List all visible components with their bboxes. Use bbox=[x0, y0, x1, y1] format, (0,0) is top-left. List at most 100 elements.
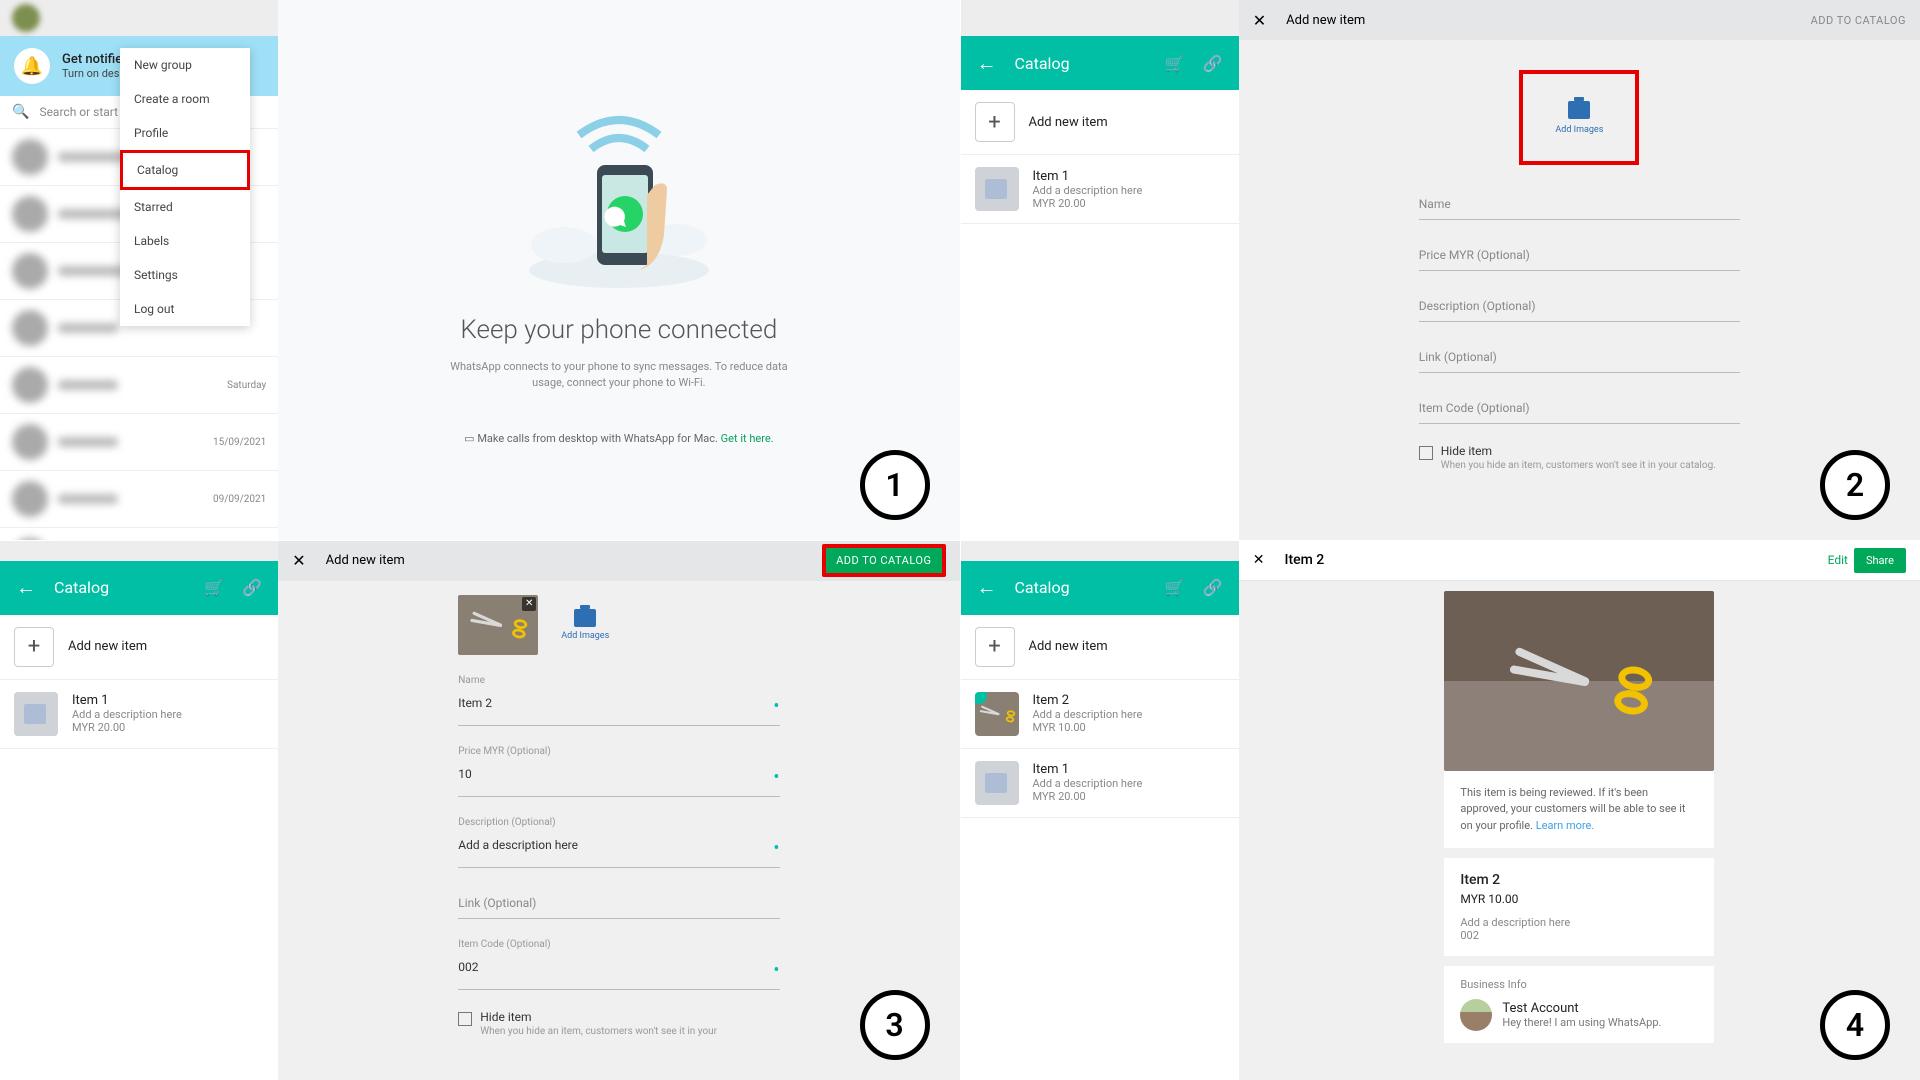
add-images-box[interactable]: Add Images bbox=[1519, 70, 1639, 165]
desc-label: Description (Optional) bbox=[458, 817, 779, 828]
hero-sub-1: WhatsApp connects to your phone to sync … bbox=[450, 360, 787, 373]
step-number-3: 3 bbox=[860, 990, 930, 1060]
menu-new-group[interactable]: New group bbox=[120, 48, 250, 82]
modal-title: Add new item bbox=[1286, 13, 1790, 28]
edit-button[interactable]: Edit bbox=[1828, 553, 1848, 567]
chat-date: 15/09/2021 bbox=[213, 437, 266, 448]
cart-icon[interactable]: 🛒 bbox=[1165, 54, 1185, 73]
get-it-here-link[interactable]: Get it here. bbox=[721, 432, 774, 445]
close-icon[interactable]: ✕ bbox=[1253, 11, 1266, 30]
cart-icon[interactable]: 🛒 bbox=[204, 578, 224, 597]
panel-3: ← Catalog 🛒 🔗 + Add new item Item 1 Add … bbox=[0, 541, 960, 1080]
menu-settings[interactable]: Settings bbox=[120, 258, 250, 292]
name-field[interactable]: Name bbox=[1419, 189, 1740, 220]
item-1-name: Item 1 bbox=[72, 693, 182, 708]
back-icon[interactable]: ← bbox=[977, 51, 997, 76]
pending-badge-icon bbox=[975, 692, 987, 704]
add-to-catalog-button[interactable]: ADD TO CATALOG bbox=[1811, 14, 1906, 27]
item-2-price: MYR 10.00 bbox=[1033, 721, 1143, 734]
name-field[interactable]: Item 2• bbox=[458, 688, 779, 726]
cart-icon[interactable]: 🛒 bbox=[1165, 578, 1185, 597]
modal-bar: ✕ Add new item ADD TO CATALOG bbox=[1239, 0, 1920, 40]
menu-starred[interactable]: Starred bbox=[120, 190, 250, 224]
remove-image-icon[interactable]: ✕ bbox=[522, 597, 536, 611]
uploaded-image-thumb[interactable]: ✕ bbox=[458, 595, 538, 655]
learn-more-link[interactable]: Learn more. bbox=[1536, 819, 1595, 832]
add-to-catalog-button[interactable]: ADD TO CATALOG bbox=[822, 544, 945, 577]
business-info-header: Business Info bbox=[1460, 978, 1698, 991]
item-2-desc: Add a description here bbox=[1033, 708, 1143, 721]
catalog-title: Catalog bbox=[54, 578, 109, 597]
item-1-name: Item 1 bbox=[1033, 169, 1143, 184]
welcome-pane: Keep your phone connected WhatsApp conne… bbox=[278, 0, 959, 540]
hide-item-label: Hide item bbox=[1441, 444, 1716, 458]
business-tagline: Hey there! I am using WhatsApp. bbox=[1502, 1016, 1661, 1029]
hide-item-sub: When you hide an item, customers won't s… bbox=[1441, 460, 1716, 471]
add-new-item-row[interactable]: + Add new item bbox=[0, 615, 278, 680]
checkbox-icon[interactable] bbox=[1419, 446, 1433, 460]
bell-icon: 🔔 bbox=[14, 48, 50, 84]
add-item-panel: ✕ Add new item ADD TO CATALOG ✕ Add bbox=[278, 541, 959, 1080]
laptop-icon: ▭ bbox=[464, 432, 474, 445]
catalog-item-1[interactable]: Item 1 Add a description here MYR 20.00 bbox=[961, 749, 1239, 818]
panel-1: 🔔 Get notified of new messages Turn on d… bbox=[0, 0, 960, 540]
price-field[interactable]: 10• bbox=[458, 759, 779, 797]
catalog-header: ← Catalog 🛒 🔗 bbox=[0, 561, 278, 615]
item-1-desc: Add a description here bbox=[1033, 777, 1143, 790]
item-1-price: MYR 20.00 bbox=[72, 721, 182, 734]
close-icon[interactable]: ✕ bbox=[1253, 552, 1265, 568]
catalog-item-1[interactable]: Item 1 Add a description here MYR 20.00 bbox=[0, 680, 278, 749]
menu-labels[interactable]: Labels bbox=[120, 224, 250, 258]
hide-item-row[interactable]: Hide item When you hide an item, custome… bbox=[458, 1010, 779, 1037]
add-images-label: Add Images bbox=[561, 631, 609, 641]
plus-icon: + bbox=[14, 627, 54, 667]
item-code-field[interactable]: 002• bbox=[458, 952, 779, 990]
close-icon[interactable]: ✕ bbox=[292, 551, 305, 570]
description-field[interactable]: Add a description here• bbox=[458, 830, 779, 868]
catalog-title: Catalog bbox=[1015, 54, 1070, 73]
chat-sidebar: 🔔 Get notified of new messages Turn on d… bbox=[0, 0, 278, 540]
avatar[interactable] bbox=[12, 4, 40, 32]
review-notice-card: This item is being reviewed. If it's bee… bbox=[1444, 771, 1714, 849]
footer-text: Make calls from desktop with WhatsApp fo… bbox=[477, 432, 718, 445]
share-button[interactable]: Share bbox=[1854, 548, 1906, 573]
link-field[interactable]: Link (Optional) bbox=[458, 888, 779, 919]
business-avatar bbox=[1460, 999, 1492, 1031]
modal-bar: ✕ Add new item ADD TO CATALOG bbox=[278, 541, 959, 581]
add-images-box[interactable]: Add Images bbox=[550, 595, 620, 655]
catalog-header: ← Catalog 🛒 🔗 bbox=[961, 36, 1239, 90]
back-icon[interactable]: ← bbox=[977, 575, 997, 600]
panel-2: ← Catalog 🛒 🔗 + Add new item Item 1 Add … bbox=[961, 0, 1920, 540]
detail-item-name: Item 2 bbox=[1460, 872, 1698, 888]
link-field[interactable]: Link (Optional) bbox=[1419, 342, 1740, 373]
step-number-4: 4 bbox=[1820, 990, 1890, 1060]
menu-logout[interactable]: Log out bbox=[120, 292, 250, 326]
item-2-name: Item 2 bbox=[1033, 693, 1143, 708]
item-1-desc: Add a description here bbox=[72, 708, 182, 721]
add-images-label: Add Images bbox=[1555, 125, 1603, 135]
hide-item-row[interactable]: Hide item When you hide an item, custome… bbox=[1419, 444, 1740, 471]
catalog-item-2[interactable]: Item 2 Add a description here MYR 10.00 bbox=[961, 680, 1239, 749]
name-label: Name bbox=[458, 675, 779, 686]
hero-illustration bbox=[519, 95, 719, 295]
checkbox-icon[interactable] bbox=[458, 1012, 472, 1026]
back-icon[interactable]: ← bbox=[16, 575, 36, 600]
item-code-field[interactable]: Item Code (Optional) bbox=[1419, 393, 1740, 424]
camera-icon bbox=[1568, 101, 1590, 119]
price-field[interactable]: Price MYR (Optional) bbox=[1419, 240, 1740, 271]
catalog-sidebar: ← Catalog 🛒 🔗 + Add new item Item 1 Add … bbox=[0, 541, 278, 1080]
menu-catalog[interactable]: Catalog bbox=[120, 150, 250, 190]
link-icon[interactable]: 🔗 bbox=[1203, 578, 1223, 597]
description-field[interactable]: Description (Optional) bbox=[1419, 291, 1740, 322]
link-icon[interactable]: 🔗 bbox=[242, 578, 262, 597]
menu-profile[interactable]: Profile bbox=[120, 116, 250, 150]
add-new-item-row[interactable]: + Add new item bbox=[961, 90, 1239, 155]
detail-item-price: MYR 10.00 bbox=[1460, 892, 1698, 906]
add-new-item-row[interactable]: + Add new item bbox=[961, 615, 1239, 680]
hero-sub-2: usage, connect your phone to Wi-Fi. bbox=[532, 376, 705, 389]
link-icon[interactable]: 🔗 bbox=[1203, 54, 1223, 73]
menu-create-room[interactable]: Create a room bbox=[120, 82, 250, 116]
item-1-name: Item 1 bbox=[1033, 762, 1143, 777]
catalog-sidebar: ← Catalog 🛒 🔗 + Add new item Item 1 Add … bbox=[961, 0, 1239, 540]
catalog-item-1[interactable]: Item 1 Add a description here MYR 20.00 bbox=[961, 155, 1239, 224]
